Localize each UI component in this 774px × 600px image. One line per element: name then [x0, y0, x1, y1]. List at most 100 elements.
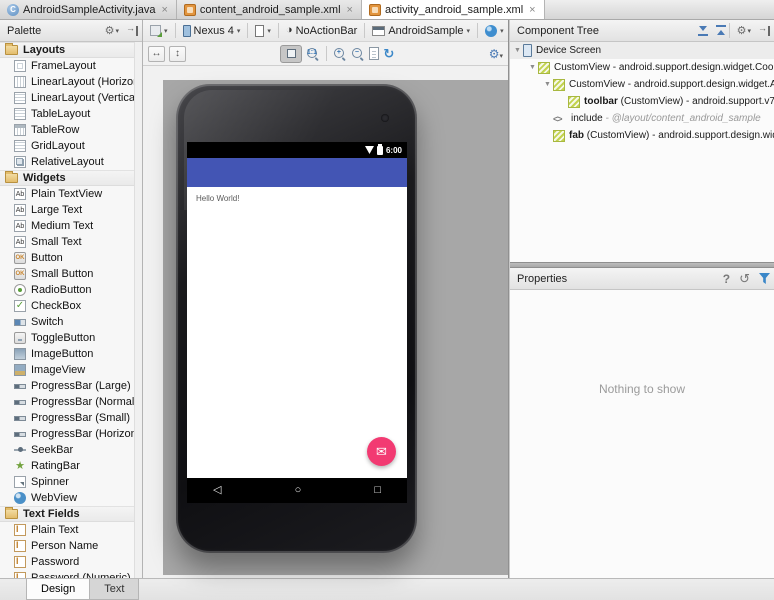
palette-item-CheckBox[interactable]: CheckBox — [0, 298, 142, 314]
mode-tab-Text[interactable]: Text — [89, 579, 139, 600]
preview-app-bar[interactable] — [187, 158, 407, 187]
expander-icon[interactable]: ▼ — [527, 64, 538, 71]
refresh-icon[interactable]: ↻ — [383, 47, 394, 60]
palette-item-Plain Text[interactable]: Plain Text — [0, 522, 142, 538]
component-tree-title: Component Tree — [517, 25, 691, 37]
palette-item-Large Text[interactable]: Large Text — [0, 202, 142, 218]
resize-horizontal-button[interactable]: ↔ — [148, 46, 165, 62]
close-icon[interactable]: × — [347, 5, 353, 15]
palette-item-Plain TextView[interactable]: Plain TextView — [0, 186, 142, 202]
palette-item-SeekBar[interactable]: SeekBar — [0, 442, 142, 458]
expander-icon[interactable]: ▼ — [542, 81, 553, 88]
locale-selector[interactable]: ▾ — [482, 24, 507, 38]
fab-button[interactable]: ✉ — [367, 437, 396, 466]
palette-item-ProgressBar (Large)[interactable]: ProgressBar (Large) — [0, 378, 142, 394]
device-screen-preview[interactable]: 6:00 Hello World! ✉ ◁ ○ □ — [187, 142, 407, 503]
palette-item-FrameLayout[interactable]: FrameLayout — [0, 58, 142, 74]
tree-item[interactable]: ▼CustomView - android.support.design.wid… — [510, 59, 774, 76]
palette-item-ProgressBar (Normal)[interactable]: ProgressBar (Normal) — [0, 394, 142, 410]
grid-icon — [14, 140, 26, 152]
hello-world-text[interactable]: Hello World! — [196, 194, 239, 203]
palette-item-Password (Numeric)[interactable]: Password (Numeric) — [0, 570, 142, 578]
preview-content[interactable]: Hello World! ✉ — [187, 187, 407, 478]
zoom-actual-size-button[interactable]: 1:1 — [306, 47, 320, 61]
palette-item-label: GridLayout — [31, 140, 85, 152]
gear-icon[interactable]: ⚙▾ — [737, 24, 751, 37]
theme-selector[interactable]: ◑NoActionBar — [283, 24, 360, 38]
palette-item-label: FrameLayout — [31, 60, 96, 72]
text-icon — [14, 188, 26, 200]
expand-all-icon[interactable] — [697, 25, 709, 36]
dock-panel-icon[interactable] — [126, 26, 138, 36]
tree-item[interactable]: ▼Device Screen — [510, 42, 774, 59]
folder-icon — [5, 45, 18, 55]
tab-label: activity_android_sample.xml — [385, 4, 523, 16]
palette-item-GridLayout[interactable]: GridLayout — [0, 138, 142, 154]
orientation-selector[interactable]: ▾ — [252, 24, 274, 38]
close-icon[interactable]: × — [529, 5, 535, 15]
palette-item-RelativeLayout[interactable]: RelativeLayout — [0, 154, 142, 170]
webview-icon — [14, 492, 26, 504]
toggle-icon — [14, 332, 26, 344]
globe-icon — [485, 25, 497, 37]
settings-gear-icon[interactable]: ⚙▾ — [489, 47, 503, 61]
tree-item[interactable]: <>include - @layout/content_android_samp… — [510, 110, 774, 127]
palette-section-Layouts[interactable]: Layouts — [0, 42, 142, 58]
tree-item[interactable]: fab (CustomView) - android.support.desig… — [510, 127, 774, 144]
palette-item-Spinner[interactable]: Spinner — [0, 474, 142, 490]
expander-icon[interactable]: ▼ — [512, 47, 523, 54]
palette-item-TableRow[interactable]: TableRow — [0, 122, 142, 138]
palette-item-LinearLayout (Vertical)[interactable]: LinearLayout (Vertical) — [0, 90, 142, 106]
editor-tab-content_android_sample.xml[interactable]: content_android_sample.xml× — [177, 0, 362, 19]
preview-xml-icon[interactable] — [369, 47, 379, 60]
palette-item-Person Name[interactable]: Person Name — [0, 538, 142, 554]
properties-header: Properties ? ↺ — [510, 268, 774, 290]
image-view-icon — [14, 364, 26, 376]
tab-label: AndroidSampleActivity.java — [23, 4, 155, 16]
gear-icon[interactable]: ⚙▾ — [105, 24, 119, 37]
palette-item-RatingBar[interactable]: RatingBar — [0, 458, 142, 474]
folder-icon — [5, 509, 18, 519]
device-selector[interactable]: Nexus 4▾ — [180, 24, 244, 38]
palette-item-ImageView[interactable]: ImageView — [0, 362, 142, 378]
editor-tab-activity_android_sample.xml[interactable]: activity_android_sample.xml × — [362, 0, 545, 19]
dock-panel-icon[interactable] — [758, 26, 770, 36]
filter-icon[interactable] — [759, 273, 770, 284]
palette-item-Medium Text[interactable]: Medium Text — [0, 218, 142, 234]
close-icon[interactable]: × — [161, 5, 167, 15]
tree-item[interactable]: ▼CustomView - android.support.design.wid… — [510, 76, 774, 93]
activity-selector[interactable]: AndroidSample▾ — [369, 24, 473, 38]
palette-item-TableLayout[interactable]: TableLayout — [0, 106, 142, 122]
zoom-to-fit-button[interactable] — [280, 45, 302, 63]
palette-item-ToggleButton[interactable]: ToggleButton — [0, 330, 142, 346]
camera-icon — [381, 114, 389, 122]
mode-tab-Design[interactable]: Design — [26, 579, 90, 600]
palette-item-Password[interactable]: Password — [0, 554, 142, 570]
reset-icon[interactable]: ↺ — [739, 271, 750, 287]
zoom-out-button[interactable]: − — [351, 47, 365, 61]
radio-icon — [14, 284, 26, 296]
palette-item-Small Text[interactable]: Small Text — [0, 234, 142, 250]
palette-item-Small Button[interactable]: Small Button — [0, 266, 142, 282]
palette-item-LinearLayout (Horizontal)[interactable]: LinearLayout (Horizontal) — [0, 74, 142, 90]
device-icon — [183, 25, 191, 37]
zoom-in-button[interactable]: + — [333, 47, 347, 61]
tree-item[interactable]: toolbar (CustomView) - android.support.v… — [510, 93, 774, 110]
palette-item-WebView[interactable]: WebView — [0, 490, 142, 506]
palette-section-Widgets[interactable]: Widgets — [0, 170, 142, 186]
palette-item-Switch[interactable]: Switch — [0, 314, 142, 330]
help-icon[interactable]: ? — [723, 272, 730, 286]
configuration-button[interactable]: ▾ — [147, 24, 171, 37]
palette-item-label: RelativeLayout — [31, 156, 104, 168]
palette-item-ProgressBar (Small)[interactable]: ProgressBar (Small) — [0, 410, 142, 426]
resize-vertical-button[interactable]: ↕ — [169, 46, 186, 62]
design-canvas[interactable]: 6:00 Hello World! ✉ ◁ ○ □ — [143, 66, 508, 578]
editor-tab-AndroidSampleActivity.java[interactable]: CAndroidSampleActivity.java× — [0, 0, 177, 19]
field-icon — [14, 572, 26, 578]
palette-item-ProgressBar (Horizontal)[interactable]: ProgressBar (Horizontal) — [0, 426, 142, 442]
collapse-all-icon[interactable] — [715, 25, 727, 36]
palette-item-Button[interactable]: Button — [0, 250, 142, 266]
palette-item-RadioButton[interactable]: RadioButton — [0, 282, 142, 298]
palette-section-Text Fields[interactable]: Text Fields — [0, 506, 142, 522]
palette-item-ImageButton[interactable]: ImageButton — [0, 346, 142, 362]
